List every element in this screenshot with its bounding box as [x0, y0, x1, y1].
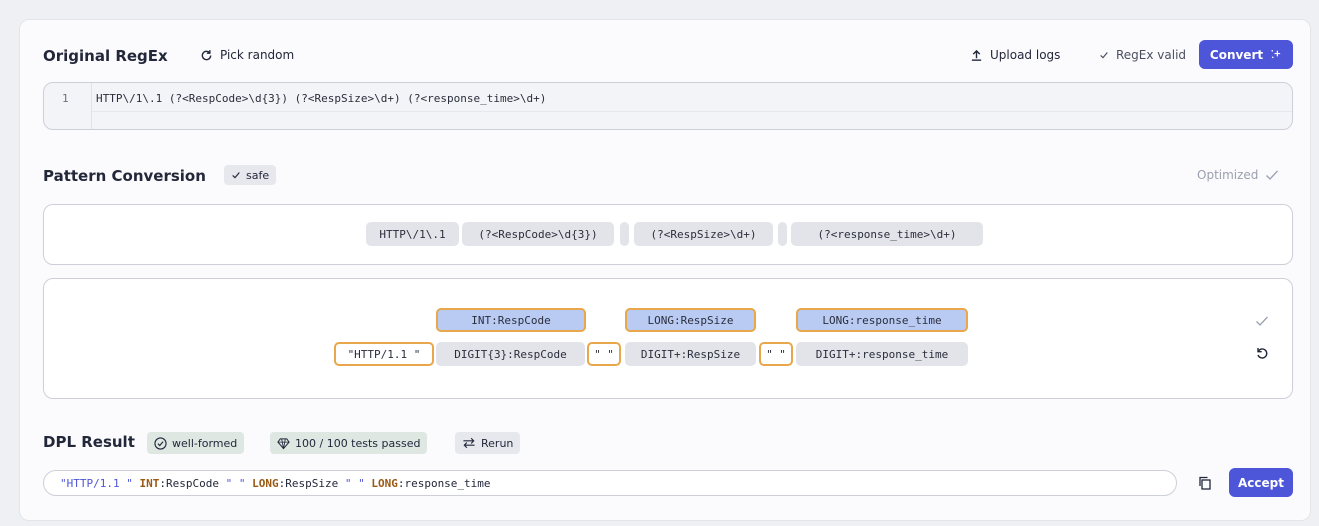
upload-icon	[970, 49, 983, 62]
mapping-panel: INT:RespCode LONG:RespSize LONG:response…	[43, 278, 1293, 399]
type-chip[interactable]: INT:RespCode	[436, 308, 586, 332]
dpl-result-field[interactable]: "HTTP/1.1 " INT:RespCode " " LONG:RespSi…	[43, 470, 1177, 496]
regex-token-space[interactable]	[778, 222, 787, 246]
type-chip[interactable]: LONG:response_time	[796, 308, 968, 332]
regex-token[interactable]: (?<RespCode>\d{3})	[462, 222, 614, 246]
regex-code[interactable]: HTTP\/1\.1 (?<RespCode>\d{3}) (?<RespSiz…	[96, 92, 546, 105]
sparkle-icon	[1269, 48, 1282, 61]
dpl-token-name: :response_time	[397, 477, 491, 490]
optimized-label: Optimized	[1197, 168, 1259, 182]
upload-logs-button[interactable]: Upload logs	[970, 48, 1060, 62]
accept-label: Accept	[1238, 475, 1284, 490]
dpl-token-str: " "	[225, 477, 246, 490]
well-formed-badge: well-formed	[147, 432, 245, 454]
regex-token-panel: HTTP\/1\.1 (?<RespCode>\d{3}) (?<RespSiz…	[43, 204, 1293, 265]
accept-button[interactable]: Accept	[1229, 468, 1293, 497]
regex-token[interactable]: HTTP\/1\.1	[366, 222, 459, 246]
convert-button[interactable]: Convert	[1199, 40, 1293, 69]
regex-converter-card: Original RegEx Pick random Upload logs R…	[19, 19, 1311, 521]
pick-random-button[interactable]: Pick random	[200, 48, 294, 62]
undo-icon[interactable]	[1255, 346, 1269, 360]
line-gutter: 1	[44, 83, 92, 129]
convert-label: Convert	[1209, 47, 1264, 62]
check-circle-icon	[154, 436, 167, 450]
diamond-icon	[277, 437, 290, 450]
dpl-token-type: INT	[139, 477, 160, 490]
tests-passed-label: 100 / 100 tests passed	[295, 436, 421, 450]
check-icon	[231, 170, 241, 180]
regex-valid-status: RegEx valid	[1099, 48, 1186, 62]
type-chip[interactable]: LONG:RespSize	[625, 308, 756, 332]
tests-passed-badge: 100 / 100 tests passed	[270, 432, 428, 454]
regex-token-space[interactable]	[620, 222, 629, 246]
refresh-icon	[200, 49, 213, 62]
dpl-result-title: DPL Result	[43, 433, 135, 451]
safe-label: safe	[246, 168, 270, 182]
matcher-chip[interactable]: DIGIT{3}:RespCode	[436, 342, 585, 366]
regex-valid-label: RegEx valid	[1116, 48, 1187, 62]
check-icon[interactable]	[1255, 315, 1269, 327]
well-formed-label: well-formed	[172, 436, 238, 450]
swap-arrows-icon	[462, 437, 476, 449]
check-icon	[1099, 50, 1109, 60]
copy-icon[interactable]	[1198, 476, 1212, 490]
pick-random-label: Pick random	[220, 48, 295, 62]
dpl-token-type: LONG	[371, 477, 398, 490]
rerun-button[interactable]: Rerun	[455, 432, 521, 454]
pattern-conversion-title: Pattern Conversion	[43, 167, 206, 185]
literal-chip[interactable]: " "	[587, 342, 621, 366]
dpl-token-name: :RespCode	[159, 477, 226, 490]
regex-token[interactable]: (?<response_time>\d+)	[791, 222, 983, 246]
regex-token[interactable]: (?<RespSize>\d+)	[634, 222, 773, 246]
upload-logs-label: Upload logs	[990, 48, 1061, 62]
dpl-token-str: " "	[344, 477, 365, 490]
dpl-token-str: "HTTP/1.1 "	[60, 477, 133, 490]
matcher-chip[interactable]: DIGIT+:RespSize	[625, 342, 756, 366]
line-number: 1	[62, 92, 69, 105]
optimized-status: Optimized	[1197, 168, 1279, 182]
dpl-expression: "HTTP/1.1 " INT:RespCode " " LONG:RespSi…	[60, 477, 491, 490]
rerun-label: Rerun	[481, 436, 514, 450]
matcher-chip[interactable]: DIGIT+:response_time	[796, 342, 968, 366]
original-regex-title: Original RegEx	[43, 47, 168, 65]
editor-divider	[92, 111, 1292, 112]
literal-chip[interactable]: " "	[759, 342, 793, 366]
regex-editor[interactable]: 1 HTTP\/1\.1 (?<RespCode>\d{3}) (?<RespS…	[43, 82, 1293, 130]
literal-chip[interactable]: "HTTP/1.1 "	[334, 342, 434, 366]
dpl-token-name: :RespSize	[278, 477, 345, 490]
dpl-token-type: LONG	[252, 477, 279, 490]
check-icon	[1265, 169, 1279, 181]
safe-badge: safe	[224, 165, 277, 185]
